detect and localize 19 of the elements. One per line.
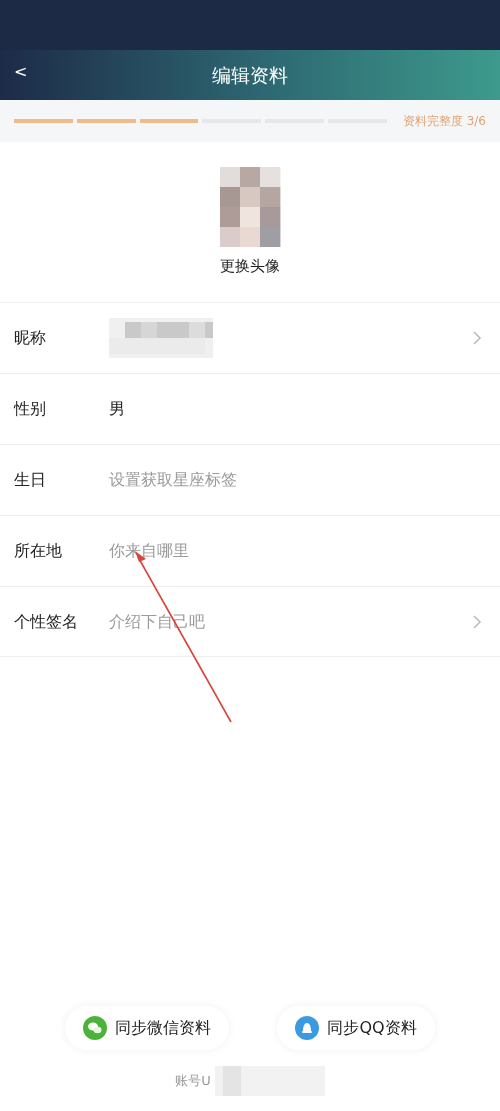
field-value: 男 bbox=[109, 398, 125, 420]
field-row[interactable]: 生日 设置获取星座标签 bbox=[0, 444, 500, 515]
completeness-label: 资料完整度 3/6 bbox=[402, 113, 486, 130]
field-label: 生日 bbox=[14, 469, 47, 491]
sync-button[interactable]: 同步QQ资料 bbox=[277, 1006, 435, 1050]
field-row[interactable]: 性别 男 bbox=[0, 373, 500, 444]
field-placeholder: 设置获取星座标签 bbox=[109, 469, 237, 491]
sync-button[interactable]: 同步微信资料 bbox=[65, 1006, 230, 1050]
page-title: 编辑资料 bbox=[212, 62, 288, 88]
field-label: 所在地 bbox=[14, 540, 63, 562]
change-avatar-link[interactable]: 更换头像 bbox=[220, 254, 280, 278]
account-label: 账号U bbox=[175, 1072, 211, 1091]
back-button[interactable]: < bbox=[14, 60, 28, 84]
field-row[interactable]: 昵称 bbox=[0, 302, 500, 373]
chat-bubbles-icon bbox=[83, 1016, 108, 1040]
bell-icon bbox=[295, 1016, 320, 1040]
field-label: 性别 bbox=[14, 398, 47, 420]
field-label: 昵称 bbox=[14, 327, 47, 349]
field-label: 个性签名 bbox=[14, 610, 79, 633]
